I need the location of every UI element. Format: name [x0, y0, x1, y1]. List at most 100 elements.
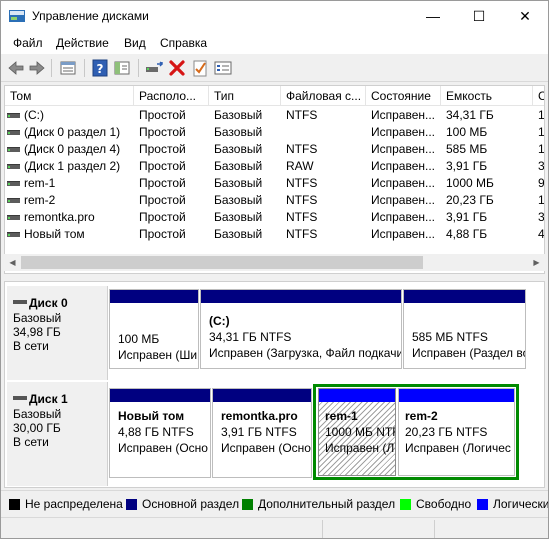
toolbar-separator — [138, 59, 139, 77]
scroll-left-arrow-icon[interactable]: ◀ — [4, 254, 21, 271]
partition-size: 585 МБ NTFS — [412, 330, 488, 344]
partition-size: 1000 МБ NTFS — [325, 425, 395, 439]
volume-filesystem: NTFS — [286, 142, 318, 156]
volume-icon — [7, 232, 20, 237]
minimize-button[interactable]: — — [410, 1, 456, 32]
volume-status: Исправен... — [371, 159, 436, 173]
partition-type-bar — [319, 389, 395, 402]
menu-file[interactable]: Файл — [13, 36, 43, 50]
volume-icon — [7, 113, 20, 118]
volume-list[interactable]: Том Располо... Тип Файловая с... Состоян… — [4, 85, 545, 274]
status-divider — [322, 520, 323, 538]
close-button[interactable]: ✕ — [502, 1, 548, 32]
volume-name: (Диск 0 раздел 4) — [24, 142, 121, 156]
volume-type: Базовый — [214, 142, 263, 156]
volume-type: Базовый — [214, 210, 263, 224]
disk-management-window: Управление дисками — ☐ ✕ Файл Действие В… — [0, 0, 549, 539]
partition-disk0-recovery[interactable]: 100 МБ Исправен (Ши — [109, 289, 199, 369]
forward-arrow-icon[interactable] — [27, 58, 47, 78]
volume-row[interactable]: remontka.pro Простой Базовый NTFS Исправ… — [5, 209, 544, 226]
scrollbar-thumb[interactable] — [21, 256, 423, 269]
show-hide-pane-icon[interactable] — [112, 58, 132, 78]
menu-view[interactable]: Вид — [124, 36, 146, 50]
disk-type: Базовый — [13, 407, 62, 421]
legend-label: Дополнительный раздел — [258, 497, 396, 511]
properties-list-icon[interactable] — [58, 58, 78, 78]
volume-name: rem-2 — [24, 193, 56, 207]
column-header-free[interactable]: С — [533, 86, 544, 106]
legend-swatch-primary — [126, 499, 137, 510]
volume-type: Базовый — [214, 125, 263, 139]
volume-layout: Простой — [139, 142, 186, 156]
partition-rem-2[interactable]: rem-2 20,23 ГБ NTFS Исправен (Логичес — [398, 388, 515, 476]
column-header-capacity[interactable]: Емкость — [441, 86, 533, 106]
volume-layout: Простой — [139, 227, 186, 241]
volume-type: Базовый — [214, 108, 263, 122]
volume-layout: Простой — [139, 210, 186, 224]
legend-label: Не распределена — [25, 497, 123, 511]
column-header-type[interactable]: Тип — [209, 86, 281, 106]
volume-name: (Диск 1 раздел 2) — [24, 159, 121, 173]
partition-type-bar — [110, 389, 210, 402]
volume-list-horizontal-scrollbar[interactable]: ◀ ▶ — [4, 254, 545, 271]
title-bar[interactable]: Управление дисками — ☐ ✕ — [1, 1, 548, 32]
help-icon[interactable]: ? — [90, 58, 110, 78]
column-header-filesystem[interactable]: Файловая с... — [281, 86, 366, 106]
column-header-layout[interactable]: Располо... — [134, 86, 209, 106]
volume-free: 1 — [538, 125, 545, 139]
disk-0-label[interactable]: Диск 0 Базовый 34,98 ГБ В сети — [7, 286, 108, 380]
volume-filesystem: NTFS — [286, 108, 318, 122]
volume-row[interactable]: Новый том Простой Базовый NTFS Исправен.… — [5, 226, 544, 243]
volume-name: remontka.pro — [24, 210, 95, 224]
connect-disk-icon[interactable] — [144, 58, 164, 78]
partition-rem-1[interactable]: rem-1 1000 МБ NTFS Исправен (Л — [318, 388, 396, 476]
maximize-icon: ☐ — [472, 8, 486, 24]
volume-filesystem: NTFS — [286, 176, 318, 190]
volume-layout: Простой — [139, 159, 186, 173]
partition-status: Исправен (Л — [325, 441, 395, 455]
disk-management-app-icon — [9, 10, 25, 22]
settings-panel-icon[interactable] — [213, 58, 233, 78]
menu-bar: Файл Действие Вид Справка — [1, 32, 548, 54]
column-header-volume[interactable]: Том — [5, 86, 134, 106]
disk-name: Диск 1 — [29, 392, 68, 406]
scroll-right-arrow-icon[interactable]: ▶ — [528, 254, 545, 271]
toolbar-separator — [84, 59, 85, 77]
partition-disk0-c[interactable]: (C:) 34,31 ГБ NTFS Исправен (Загрузка, Ф… — [200, 289, 402, 369]
volume-row[interactable]: rem-2 Простой Базовый NTFS Исправен... 2… — [5, 192, 544, 209]
disk-1-label[interactable]: Диск 1 Базовый 30,00 ГБ В сети — [7, 382, 108, 486]
volume-capacity: 3,91 ГБ — [446, 210, 488, 224]
close-icon: ✕ — [519, 8, 531, 24]
delete-icon[interactable] — [167, 58, 187, 78]
volume-list-header: Том Располо... Тип Файловая с... Состоян… — [5, 86, 544, 106]
volume-name: (C:) — [24, 108, 44, 122]
volume-row[interactable]: (Диск 1 раздел 2) Простой Базовый RAW Ис… — [5, 158, 544, 175]
menu-help[interactable]: Справка — [160, 36, 207, 50]
partition-remontka-pro[interactable]: remontka.pro 3,91 ГБ NTFS Исправен (Осно — [212, 388, 312, 478]
legend-swatch-extended — [242, 499, 253, 510]
volume-icon — [7, 181, 20, 186]
legend-label: Логически — [493, 497, 549, 511]
column-header-status[interactable]: Состояние — [366, 86, 441, 106]
volume-name: (Диск 0 раздел 1) — [24, 125, 121, 139]
check-mark-icon[interactable] — [190, 58, 210, 78]
menu-action[interactable]: Действие — [56, 36, 109, 50]
volume-row[interactable]: (Диск 0 раздел 4) Простой Базовый NTFS И… — [5, 141, 544, 158]
volume-capacity: 4,88 ГБ — [446, 227, 488, 241]
minimize-icon: — — [426, 8, 440, 24]
volume-row[interactable]: (C:) Простой Базовый NTFS Исправен... 34… — [5, 107, 545, 124]
volume-row[interactable]: (Диск 0 раздел 1) Простой Базовый Исправ… — [5, 124, 545, 141]
volume-icon — [7, 215, 20, 220]
partition-size: 34,31 ГБ NTFS — [209, 330, 292, 344]
volume-layout: Простой — [139, 125, 186, 139]
window-title: Управление дисками — [32, 9, 149, 23]
back-arrow-icon[interactable] — [6, 58, 26, 78]
partition-new-volume[interactable]: Новый том 4,88 ГБ NTFS Исправен (Осно — [109, 388, 211, 478]
partition-size: 4,88 ГБ NTFS — [118, 425, 194, 439]
partition-disk0-part4[interactable]: 585 МБ NTFS Исправен (Раздел во — [403, 289, 526, 369]
legend-label: Основной раздел — [142, 497, 240, 511]
maximize-button[interactable]: ☐ — [456, 1, 502, 32]
volume-free: 1 — [538, 108, 545, 122]
legend-swatch-free — [400, 499, 411, 510]
volume-row[interactable]: rem-1 Простой Базовый NTFS Исправен... 1… — [5, 175, 544, 192]
